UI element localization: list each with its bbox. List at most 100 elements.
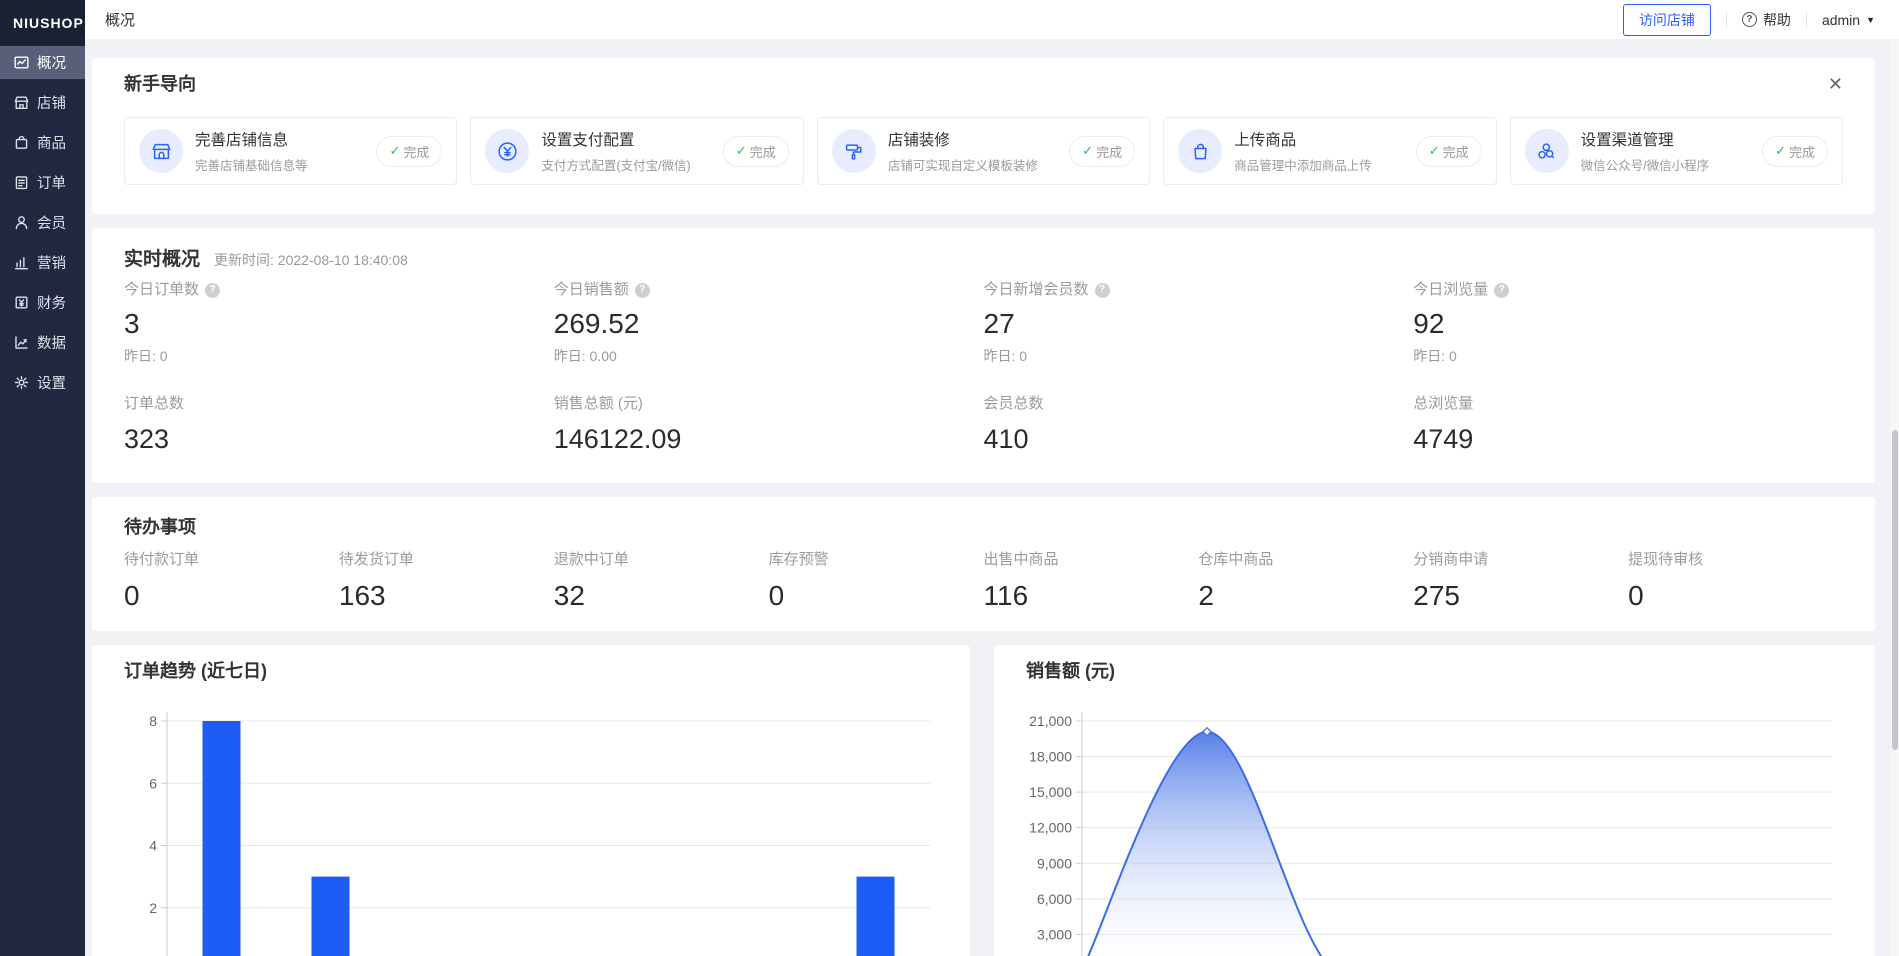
- sidebar-item-marketing[interactable]: 营销: [0, 246, 85, 279]
- guide-item-channel[interactable]: 设置渠道管理 微信公众号/微信小程序 ✓ 完成: [1510, 117, 1843, 185]
- todo-items: 待付款订单 0 待发货订单 163 退款中订单 32 库存预警 0 出售中商品 …: [124, 551, 1843, 613]
- svg-text:15,000: 15,000: [1029, 784, 1072, 800]
- help-icon[interactable]: ?: [635, 283, 650, 298]
- divider: [1726, 12, 1727, 28]
- top-header: 概况 访问店铺 ? 帮助 admin ▼: [85, 0, 1899, 40]
- order-trend-card: 订单趋势 (近七日) 2468: [92, 645, 970, 956]
- sales-chart: 3,000 6,000 9,000 12,000 15,000 18,000 21,000: [994, 683, 1875, 956]
- todo-withdraw-review[interactable]: 提现待审核 0: [1628, 551, 1843, 613]
- order-icon: [13, 174, 30, 191]
- username: admin: [1822, 12, 1860, 28]
- stat-today-orders: 今日订单数 ? 3 昨日: 0: [124, 281, 554, 365]
- sales-chart-card: 销售额 (元) 3,000 6,000 9,000 12,000 15,000 18,00…: [994, 645, 1875, 956]
- done-badge: ✓ 完成: [376, 136, 442, 167]
- help-icon: ?: [1742, 12, 1757, 27]
- charts-row: 订单趋势 (近七日) 2468 销售额 (元) 3,0006,0009,0001…: [92, 645, 1875, 956]
- svg-text:8: 8: [149, 713, 157, 729]
- stat-today-views: 今日浏览量 ? 92 昨日: 0: [1413, 281, 1843, 365]
- todo-title: 待办事项: [124, 517, 196, 537]
- check-icon: ✓: [1429, 143, 1440, 159]
- help-icon[interactable]: ?: [205, 283, 220, 298]
- bag-icon: [1178, 129, 1222, 173]
- stat-total-sales: 销售总额 (元) 146122.09: [554, 395, 984, 455]
- sales-chart-title: 销售额 (元): [994, 659, 1875, 683]
- scrollbar-thumb[interactable]: [1892, 430, 1898, 750]
- guide-items: 完善店铺信息 完善店铺基础信息等 ✓ 完成 设置支付配置 支付方式配置(支付宝/…: [124, 117, 1843, 185]
- shopfront-icon: [139, 129, 183, 173]
- help-icon[interactable]: ?: [1095, 283, 1110, 298]
- user-menu[interactable]: admin ▼: [1822, 12, 1875, 28]
- sidebar-item-goods[interactable]: 商品: [0, 126, 85, 159]
- update-time: 2022-08-10 18:40:08: [278, 252, 408, 268]
- overview-icon: [13, 54, 30, 71]
- svg-text:6,000: 6,000: [1037, 891, 1072, 907]
- sidebar-item-data[interactable]: 数据: [0, 326, 85, 359]
- guide-item-upload-goods[interactable]: 上传商品 商品管理中添加商品上传 ✓ 完成: [1163, 117, 1496, 185]
- data-icon: [13, 334, 30, 351]
- todo-on-sale-goods[interactable]: 出售中商品 116: [984, 551, 1199, 613]
- svg-text:12,000: 12,000: [1029, 820, 1072, 836]
- newbie-guide-card: 新手导向 ✕ 完善店铺信息 完善店铺基础信息等 ✓ 完成: [92, 58, 1875, 214]
- help-icon[interactable]: ?: [1494, 283, 1509, 298]
- realtime-overview-card: 实时概况 更新时间: 2022-08-10 18:40:08 今日订单数 ? 3…: [92, 228, 1875, 483]
- sidebar-item-finance[interactable]: 财务: [0, 286, 85, 319]
- svg-text:9,000: 9,000: [1037, 855, 1072, 871]
- todo-distributor-apply[interactable]: 分销商申请 275: [1413, 551, 1628, 613]
- help-label: 帮助: [1763, 10, 1791, 30]
- chevron-down-icon: ▼: [1866, 15, 1875, 25]
- svg-text:3,000: 3,000: [1037, 926, 1072, 942]
- today-stats: 今日订单数 ? 3 昨日: 0 今日销售额 ? 269.52 昨日: 0.00 …: [124, 281, 1843, 365]
- order-trend-title: 订单趋势 (近七日): [92, 659, 970, 683]
- app-logo: NIUSHOP: [0, 0, 85, 46]
- check-icon: ✓: [389, 143, 400, 159]
- channels-icon: [1525, 129, 1569, 173]
- help-button[interactable]: ? 帮助: [1742, 10, 1791, 30]
- todo-warehouse-goods[interactable]: 仓库中商品 2: [1198, 551, 1413, 613]
- visit-shop-button[interactable]: 访问店铺: [1623, 4, 1711, 36]
- stat-total-members: 会员总数 410: [984, 395, 1414, 455]
- roller-icon: [832, 129, 876, 173]
- sidebar: NIUSHOP 概况 店铺 商品 订单 会员 营销 财务: [0, 0, 85, 956]
- check-icon: ✓: [736, 143, 747, 159]
- done-badge: ✓ 完成: [1069, 136, 1135, 167]
- sidebar-item-order[interactable]: 订单: [0, 166, 85, 199]
- guide-item-shop-info[interactable]: 完善店铺信息 完善店铺基础信息等 ✓ 完成: [124, 117, 457, 185]
- todo-refunding-orders[interactable]: 退款中订单 32: [554, 551, 769, 613]
- sidebar-item-member[interactable]: 会员: [0, 206, 85, 239]
- guide-item-decorate[interactable]: 店铺装修 店铺可实现自定义模板装修 ✓ 完成: [817, 117, 1150, 185]
- todo-card: 待办事项 待付款订单 0 待发货订单 163 退款中订单 32 库存预警 0 出…: [92, 497, 1875, 631]
- stat-today-members: 今日新增会员数 ? 27 昨日: 0: [984, 281, 1414, 365]
- header-actions: 访问店铺 ? 帮助 admin ▼: [1623, 4, 1875, 36]
- done-badge: ✓ 完成: [723, 136, 789, 167]
- marketing-icon: [13, 254, 30, 271]
- svg-text:18,000: 18,000: [1029, 749, 1072, 765]
- goods-icon: [13, 134, 30, 151]
- sidebar-item-shop[interactable]: 店铺: [0, 86, 85, 119]
- total-stats: 订单总数 323 销售总额 (元) 146122.09 会员总数 410 总浏览…: [124, 395, 1843, 455]
- main-content: 新手导向 ✕ 完善店铺信息 完善店铺基础信息等 ✓ 完成: [85, 40, 1899, 956]
- svg-text:2: 2: [149, 900, 157, 916]
- todo-stock-warning[interactable]: 库存预警 0: [769, 551, 984, 613]
- svg-text:6: 6: [149, 775, 157, 791]
- guide-item-payment[interactable]: 设置支付配置 支付方式配置(支付宝/微信) ✓ 完成: [470, 117, 803, 185]
- yen-icon: [485, 129, 529, 173]
- todo-to-ship-orders[interactable]: 待发货订单 163: [339, 551, 554, 613]
- shop-icon: [13, 94, 30, 111]
- finance-icon: [13, 294, 30, 311]
- done-badge: ✓ 完成: [1762, 136, 1828, 167]
- close-icon[interactable]: ✕: [1828, 75, 1843, 93]
- stat-today-sales: 今日销售额 ? 269.52 昨日: 0.00: [554, 281, 984, 365]
- guide-title: 新手导向: [124, 72, 196, 96]
- svg-text:21,000: 21,000: [1029, 713, 1072, 729]
- sidebar-menu: 概况 店铺 商品 订单 会员 营销 财务 数据: [0, 46, 85, 399]
- sidebar-item-settings[interactable]: 设置: [0, 366, 85, 399]
- stat-total-orders: 订单总数 323: [124, 395, 554, 455]
- update-time-label: 更新时间:: [214, 252, 274, 268]
- realtime-title: 实时概况: [124, 244, 200, 271]
- todo-unpaid-orders[interactable]: 待付款订单 0: [124, 551, 339, 613]
- sidebar-item-overview[interactable]: 概况: [0, 46, 85, 79]
- stat-total-views: 总浏览量 4749: [1413, 395, 1843, 455]
- settings-icon: [13, 374, 30, 391]
- check-icon: ✓: [1082, 143, 1093, 159]
- check-icon: ✓: [1775, 143, 1786, 159]
